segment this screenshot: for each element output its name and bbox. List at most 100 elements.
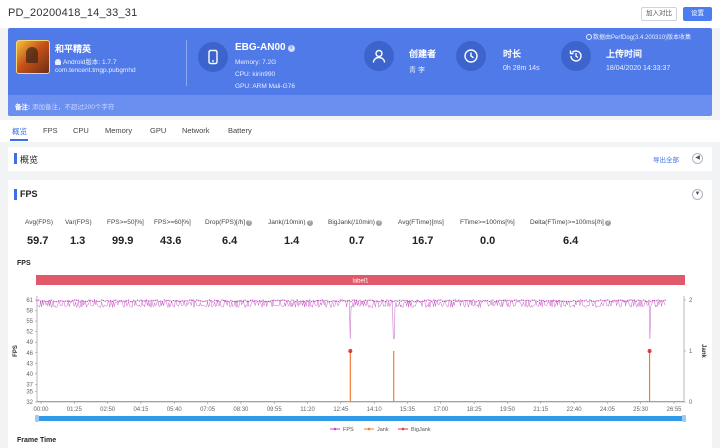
x-tick-label: 15:35 bbox=[400, 407, 416, 413]
fps-point bbox=[282, 299, 284, 301]
help-icon[interactable]: ? bbox=[306, 220, 313, 226]
legend-label-fps: FPS bbox=[343, 427, 354, 433]
fps-point bbox=[179, 300, 182, 302]
fps-point bbox=[43, 300, 45, 302]
fps-point bbox=[590, 300, 593, 302]
info-icon[interactable]: i bbox=[287, 45, 295, 52]
fps-point bbox=[418, 301, 420, 303]
settings-button[interactable]: 设置 bbox=[683, 7, 712, 21]
fps-point bbox=[424, 299, 426, 301]
fps-point bbox=[449, 299, 451, 301]
help-icon[interactable]: ? bbox=[375, 220, 382, 226]
fps-point bbox=[357, 300, 359, 302]
add-compare-button[interactable]: 加入对比 bbox=[641, 7, 677, 21]
fps-point bbox=[36, 300, 38, 302]
fps-point bbox=[131, 301, 133, 303]
collapse-down-icon[interactable]: ▼ bbox=[692, 189, 703, 200]
tab-gpu[interactable]: GPU bbox=[150, 126, 166, 135]
info-circle-icon bbox=[586, 34, 592, 40]
fps-point bbox=[267, 300, 270, 303]
x-tick-label: 00:00 bbox=[33, 407, 49, 413]
fps-point bbox=[181, 300, 183, 302]
fps-point bbox=[264, 301, 266, 303]
fps-point bbox=[483, 300, 485, 302]
fps-point bbox=[468, 300, 471, 302]
fps-point bbox=[111, 300, 113, 302]
collapse-left-icon[interactable]: ◀ bbox=[692, 153, 703, 164]
fps-point bbox=[104, 300, 106, 302]
tab-memory[interactable]: Memory bbox=[105, 126, 132, 135]
fps-point bbox=[472, 299, 474, 301]
y-tick-label: 35 bbox=[26, 389, 33, 395]
fps-point bbox=[214, 299, 216, 301]
device-memory: Memory: 7.2G bbox=[235, 59, 277, 66]
fps-point bbox=[447, 299, 449, 302]
fps-point bbox=[413, 301, 415, 303]
fps-point bbox=[68, 300, 70, 302]
help-icon[interactable]: ? bbox=[604, 220, 611, 226]
tab-battery[interactable]: Battery bbox=[228, 126, 252, 135]
x-tick-label: 07:05 bbox=[200, 407, 216, 413]
fps-point bbox=[364, 299, 367, 301]
fps-point bbox=[208, 299, 210, 301]
fps-point bbox=[547, 300, 550, 302]
fps-point bbox=[138, 300, 140, 302]
export-all-link[interactable]: 导出全部 bbox=[653, 154, 679, 164]
fps-point bbox=[93, 299, 96, 301]
fps-point bbox=[580, 299, 582, 301]
zoom-handle-left bbox=[35, 415, 39, 422]
fps-point bbox=[560, 300, 562, 302]
fps-point bbox=[174, 300, 176, 302]
fps-point bbox=[224, 300, 227, 302]
duration-value: 0h 28m 14s bbox=[503, 65, 540, 72]
fps-point bbox=[194, 300, 196, 303]
fps-point bbox=[524, 300, 526, 302]
fps-point bbox=[359, 299, 361, 302]
metric-label-drop-fps: Drop(FPS)[/h]? bbox=[205, 219, 253, 226]
remark-input[interactable]: 添加备注，不超过200个字符 bbox=[32, 101, 114, 111]
fps-point bbox=[61, 300, 63, 302]
tab-network[interactable]: Network bbox=[182, 126, 210, 135]
y-axis-title: FPS bbox=[13, 345, 19, 357]
fps-point bbox=[223, 299, 225, 302]
fps-point bbox=[160, 300, 162, 302]
fps-point bbox=[581, 300, 584, 302]
fps-point bbox=[425, 300, 428, 302]
fps-point bbox=[459, 300, 462, 302]
tab-overview[interactable]: 概览 bbox=[12, 126, 27, 137]
fps-point bbox=[614, 299, 616, 302]
fps-point bbox=[650, 301, 652, 303]
fps-point bbox=[147, 300, 149, 302]
y-tick-label: 37 bbox=[26, 382, 33, 388]
fps-chart[interactable]: label1 61 58 55 52 49 46 43 40 3735 32 2 1 0 FPS Jank 00… bbox=[8, 268, 712, 436]
legend-label-bigjank: BigJank bbox=[411, 427, 431, 433]
y2-tick-label: 1 bbox=[689, 349, 693, 355]
fps-point bbox=[54, 300, 56, 303]
fps-point bbox=[556, 300, 559, 303]
fps-point bbox=[199, 300, 201, 302]
x-tick-label: 19:50 bbox=[500, 407, 516, 413]
fps-point bbox=[578, 300, 580, 302]
fps-point bbox=[504, 299, 507, 301]
fps-point bbox=[248, 300, 250, 303]
fps-point bbox=[377, 300, 379, 303]
fps-point bbox=[70, 300, 72, 302]
y2-axis-title: Jank bbox=[700, 344, 706, 358]
fps-point bbox=[626, 300, 629, 302]
fps-point bbox=[431, 300, 433, 303]
fps-point bbox=[361, 300, 363, 303]
fps-point bbox=[97, 300, 99, 303]
device-name: EBG-AN00 i bbox=[235, 42, 295, 53]
fps-point bbox=[135, 300, 137, 302]
fps-point bbox=[379, 300, 381, 303]
help-icon[interactable]: ? bbox=[246, 220, 253, 226]
fps-point bbox=[368, 299, 370, 301]
fps-point bbox=[136, 299, 139, 301]
fps-point bbox=[598, 300, 600, 302]
tab-cpu[interactable]: CPU bbox=[73, 126, 89, 135]
fps-point bbox=[260, 300, 262, 302]
fps-point bbox=[339, 299, 341, 301]
tab-fps[interactable]: FPS bbox=[43, 126, 58, 135]
fps-point bbox=[660, 300, 663, 302]
fps-point bbox=[634, 299, 636, 301]
